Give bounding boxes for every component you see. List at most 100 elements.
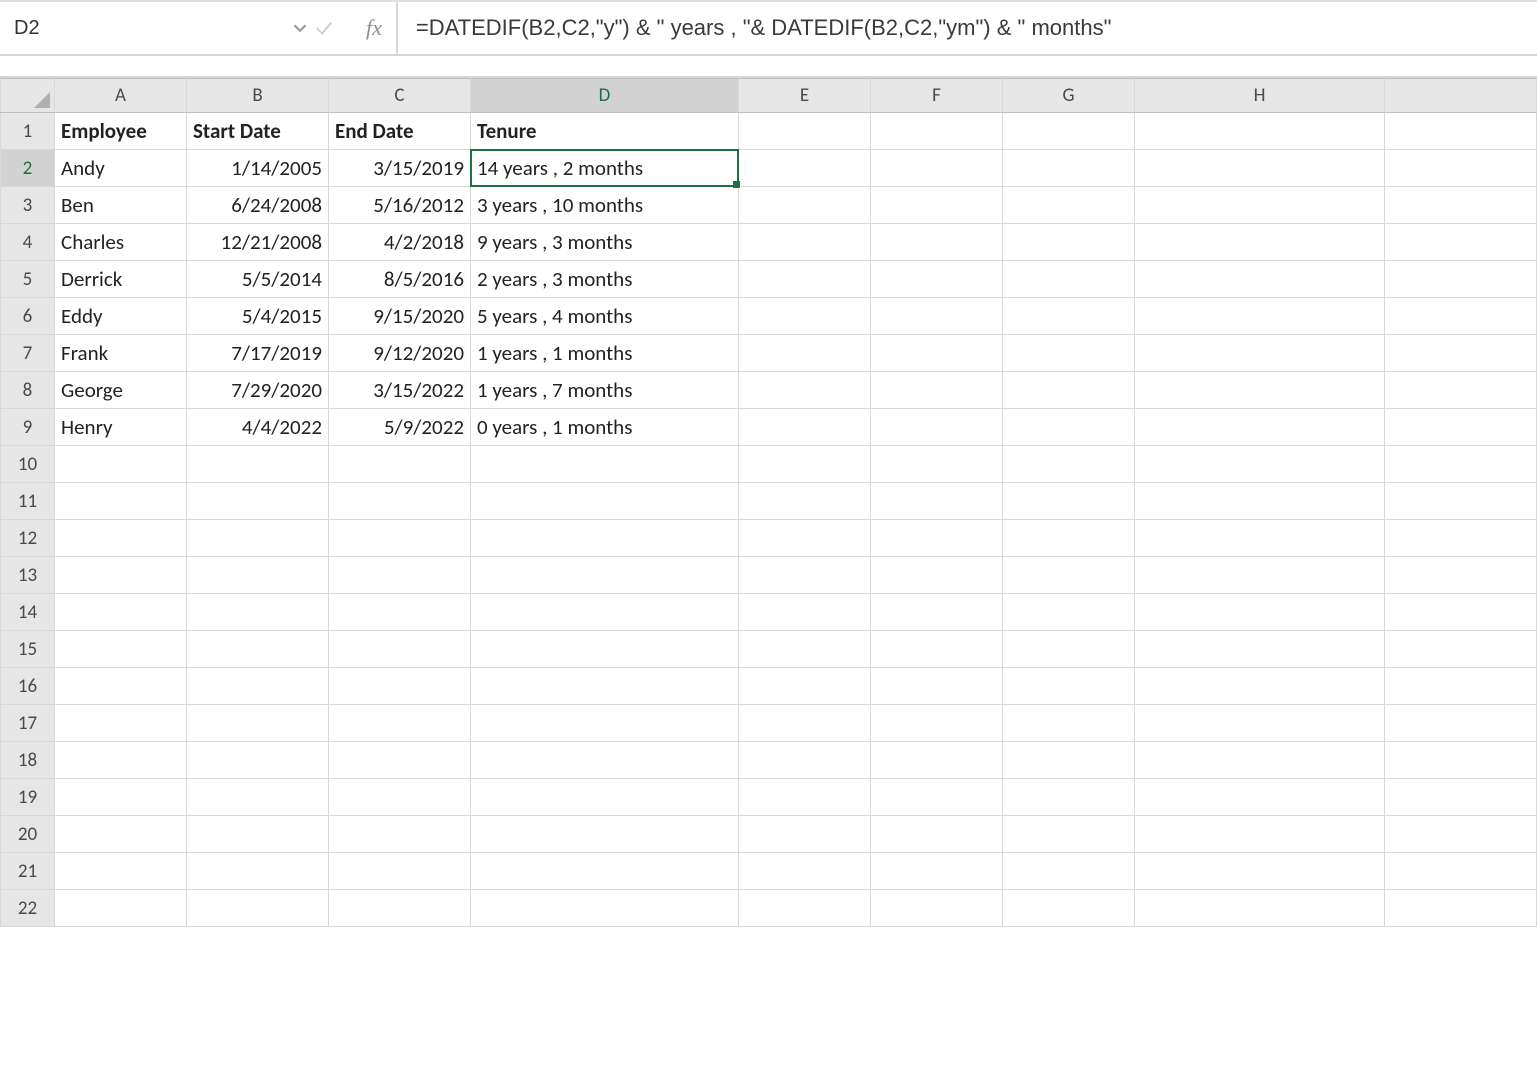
table-row: 9Henry4/4/20225/9/20220 years , 1 months — [1, 409, 1537, 446]
table-row: 18 — [1, 742, 1537, 779]
cell-C8[interactable]: 3/15/2022 — [329, 377, 470, 403]
cell-C1[interactable]: End Date — [329, 118, 470, 144]
spreadsheet-grid[interactable]: ABCDEFGH 1EmployeeStart DateEnd DateTenu… — [0, 78, 1537, 1071]
row-header-17[interactable]: 17 — [1, 705, 55, 742]
table-row: 1EmployeeStart DateEnd DateTenure — [1, 113, 1537, 150]
table-row: 14 — [1, 594, 1537, 631]
row-header-19[interactable]: 19 — [1, 779, 55, 816]
cell-D2[interactable]: 14 years , 2 months — [471, 155, 738, 181]
chevron-down-icon — [293, 21, 307, 35]
table-row: 6Eddy5/4/20159/15/20205 years , 4 months — [1, 298, 1537, 335]
row-header-4[interactable]: 4 — [1, 224, 55, 261]
table-row: 4Charles12/21/20084/2/20189 years , 3 mo… — [1, 224, 1537, 261]
table-row: 22 — [1, 890, 1537, 927]
enter-button[interactable] — [306, 10, 342, 46]
cell-C2[interactable]: 3/15/2019 — [329, 155, 470, 181]
cell-B1[interactable]: Start Date — [187, 118, 328, 144]
select-all-corner[interactable] — [1, 79, 55, 113]
cell-A1[interactable]: Employee — [55, 118, 186, 144]
column-header-A[interactable]: A — [55, 79, 187, 113]
cell-D8[interactable]: 1 years , 7 months — [471, 377, 738, 403]
cell-B7[interactable]: 7/17/2019 — [187, 340, 328, 366]
table-row: 20 — [1, 816, 1537, 853]
cell-B5[interactable]: 5/5/2014 — [187, 266, 328, 292]
table-row: 10 — [1, 446, 1537, 483]
excel-window: ⋮ fx ABCDEFGH 1EmployeeStart DateEnd Dat… — [0, 0, 1537, 1071]
row-header-7[interactable]: 7 — [1, 335, 55, 372]
cell-C4[interactable]: 4/2/2018 — [329, 229, 470, 255]
column-header-C[interactable]: C — [329, 79, 471, 113]
table-row: 11 — [1, 483, 1537, 520]
row-header-8[interactable]: 8 — [1, 372, 55, 409]
cell-A4[interactable]: Charles — [55, 229, 186, 255]
table-row: 19 — [1, 779, 1537, 816]
cell-A3[interactable]: Ben — [55, 192, 186, 218]
row-header-2[interactable]: 2 — [1, 150, 55, 187]
row-header-3[interactable]: 3 — [1, 187, 55, 224]
row-header-22[interactable]: 22 — [1, 890, 55, 927]
cell-A6[interactable]: Eddy — [55, 303, 186, 329]
row-header-9[interactable]: 9 — [1, 409, 55, 446]
row-header-14[interactable]: 14 — [1, 594, 55, 631]
cell-D4[interactable]: 9 years , 3 months — [471, 229, 738, 255]
cell-A7[interactable]: Frank — [55, 340, 186, 366]
column-header-D[interactable]: D — [471, 79, 739, 113]
row-header-5[interactable]: 5 — [1, 261, 55, 298]
name-box[interactable] — [0, 2, 293, 54]
column-header-G[interactable]: G — [1003, 79, 1135, 113]
formula-bar: ⋮ fx — [0, 0, 1537, 56]
cell-C9[interactable]: 5/9/2022 — [329, 414, 470, 440]
fx-button[interactable]: fx — [360, 2, 398, 54]
cell-C5[interactable]: 8/5/2016 — [329, 266, 470, 292]
cell-A9[interactable]: Henry — [55, 414, 186, 440]
cell-D5[interactable]: 2 years , 3 months — [471, 266, 738, 292]
row-header-20[interactable]: 20 — [1, 816, 55, 853]
column-header-F[interactable]: F — [871, 79, 1003, 113]
cell-B4[interactable]: 12/21/2008 — [187, 229, 328, 255]
table-row: 8George7/29/20203/15/20221 years , 7 mon… — [1, 372, 1537, 409]
cell-D7[interactable]: 1 years , 1 months — [471, 340, 738, 366]
row-header-21[interactable]: 21 — [1, 853, 55, 890]
table-row: 16 — [1, 668, 1537, 705]
cell-B9[interactable]: 4/4/2022 — [187, 414, 328, 440]
row-header-15[interactable]: 15 — [1, 631, 55, 668]
row-header-13[interactable]: 13 — [1, 557, 55, 594]
table-row: 17 — [1, 705, 1537, 742]
table-row: 7Frank7/17/20199/12/20201 years , 1 mont… — [1, 335, 1537, 372]
cell-D6[interactable]: 5 years , 4 months — [471, 303, 738, 329]
cell-C6[interactable]: 9/15/2020 — [329, 303, 470, 329]
cell-B2[interactable]: 1/14/2005 — [187, 155, 328, 181]
row-header-12[interactable]: 12 — [1, 520, 55, 557]
cell-A5[interactable]: Derrick — [55, 266, 186, 292]
cell-C3[interactable]: 5/16/2012 — [329, 192, 470, 218]
row-header-10[interactable]: 10 — [1, 446, 55, 483]
cell-A2[interactable]: Andy — [55, 155, 186, 181]
cell-B6[interactable]: 5/4/2015 — [187, 303, 328, 329]
cell-D1[interactable]: Tenure — [471, 118, 738, 144]
table-row: 13 — [1, 557, 1537, 594]
row-header-6[interactable]: 6 — [1, 298, 55, 335]
cell-B3[interactable]: 6/24/2008 — [187, 192, 328, 218]
name-box-dropdown[interactable] — [293, 2, 307, 54]
check-icon — [313, 17, 335, 39]
row-header-16[interactable]: 16 — [1, 668, 55, 705]
cell-D3[interactable]: 3 years , 10 months — [471, 192, 738, 218]
column-header-H[interactable]: H — [1135, 79, 1385, 113]
cell-A8[interactable]: George — [55, 377, 186, 403]
column-header-row: ABCDEFGH — [1, 79, 1537, 113]
cell-C7[interactable]: 9/12/2020 — [329, 340, 470, 366]
table-row: 3Ben6/24/20085/16/20123 years , 10 month… — [1, 187, 1537, 224]
row-header-11[interactable]: 11 — [1, 483, 55, 520]
column-header-B[interactable]: B — [187, 79, 329, 113]
table-row: 21 — [1, 853, 1537, 890]
table-row: 12 — [1, 520, 1537, 557]
formula-input[interactable] — [398, 2, 1537, 54]
cell-B8[interactable]: 7/29/2020 — [187, 377, 328, 403]
row-header-18[interactable]: 18 — [1, 742, 55, 779]
cell-D9[interactable]: 0 years , 1 months — [471, 414, 738, 440]
row-header-1[interactable]: 1 — [1, 113, 55, 150]
column-header-E[interactable]: E — [739, 79, 871, 113]
table-row: 5Derrick5/5/20148/5/20162 years , 3 mont… — [1, 261, 1537, 298]
table-row: 15 — [1, 631, 1537, 668]
formula-bar-gap — [0, 56, 1537, 78]
